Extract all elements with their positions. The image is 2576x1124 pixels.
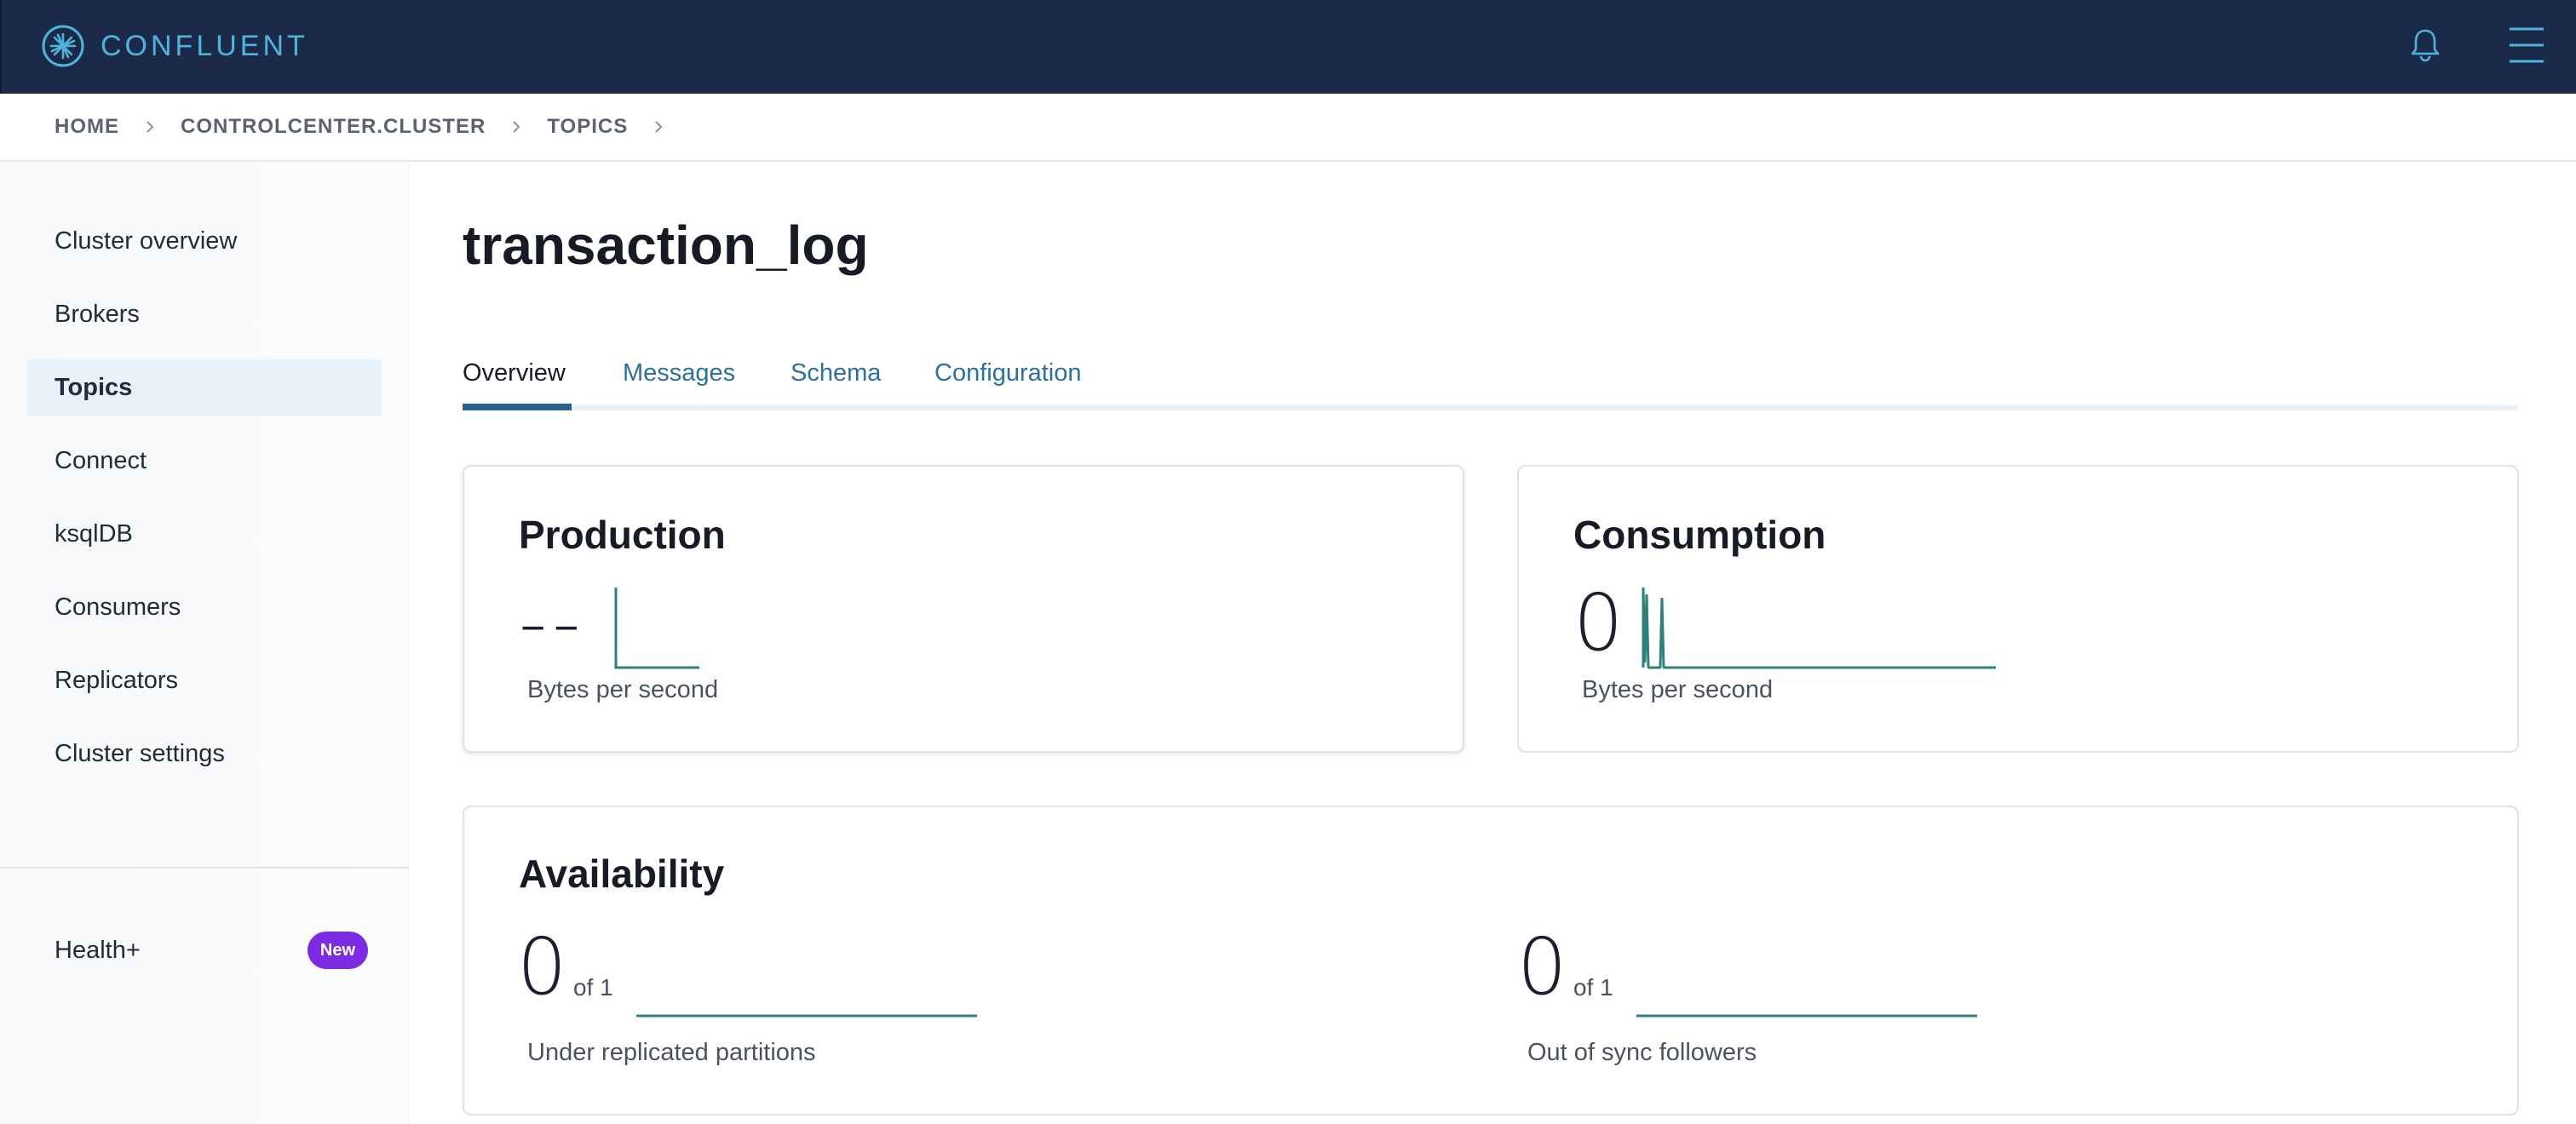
chevron-right-icon (513, 121, 520, 133)
sidebar-item-replicators[interactable]: Replicators (27, 652, 382, 708)
topic-tabs: Overview Messages Schema Configuration (463, 349, 2518, 412)
notifications-button[interactable] (2404, 24, 2447, 66)
tab-messages[interactable]: Messages (623, 359, 735, 387)
sidebar-divider (0, 867, 409, 869)
tab-configuration[interactable]: Configuration (934, 359, 1082, 387)
availability-card[interactable]: Availability 0 of 1 Under replicated par… (463, 806, 2519, 1115)
new-badge: New (307, 932, 368, 969)
sidebar-item-cluster-settings[interactable]: Cluster settings (27, 725, 382, 782)
under-replicated-sparkline (636, 1014, 977, 1018)
production-sparkline (614, 588, 699, 669)
active-tab-indicator (463, 404, 572, 410)
out-of-sync-sparkline (1636, 1014, 1977, 1018)
sidebar-item-connect[interactable]: Connect (27, 433, 382, 489)
brand-name: CONFLUENT (101, 29, 308, 62)
main-menu-button[interactable] (2506, 24, 2547, 66)
production-card[interactable]: Production -- Bytes per second (463, 465, 1464, 753)
out-of-sync-total: of 1 (1573, 974, 1613, 1001)
production-metric-label: Bytes per second (527, 676, 719, 703)
sidebar-item-cluster-overview[interactable]: Cluster overview (27, 213, 382, 269)
tabs-track (463, 405, 2518, 410)
tab-schema[interactable]: Schema (791, 359, 881, 387)
bell-icon (2411, 29, 2440, 62)
sidebar-item-consumers[interactable]: Consumers (27, 579, 382, 635)
consumption-card[interactable]: Consumption 0 Bytes per second (1517, 465, 2519, 753)
consumption-title: Consumption (1573, 513, 1826, 557)
consumption-sparkline (1642, 587, 1996, 669)
breadcrumb-home[interactable]: HOME (55, 115, 119, 139)
under-replicated-value: 0 (517, 921, 567, 1012)
availability-title: Availability (519, 852, 725, 896)
under-replicated-total: of 1 (573, 974, 613, 1001)
health-plus-label: Health+ (55, 936, 141, 964)
tab-overview[interactable]: Overview (463, 359, 566, 387)
production-value: -- (519, 577, 586, 668)
out-of-sync-label: Out of sync followers (1527, 1039, 1757, 1066)
sidebar-item-topics[interactable]: Topics (27, 359, 382, 416)
breadcrumb-cluster[interactable]: CONTROLCENTER.CLUSTER (181, 115, 486, 139)
consumption-metric-label: Bytes per second (1582, 676, 1774, 703)
confluent-logo-icon (42, 25, 84, 67)
sidebar: Cluster overview Brokers Topics Connect … (0, 163, 409, 1124)
top-bar: CONFLUENT (0, 0, 2576, 94)
consumption-value: 0 (1573, 577, 1624, 668)
chevron-right-icon (147, 121, 154, 133)
hamburger-menu-icon (2510, 27, 2544, 63)
chevron-right-icon (655, 121, 663, 133)
production-title: Production (519, 513, 726, 557)
confluent-logo[interactable]: CONFLUENT (41, 24, 308, 68)
under-replicated-label: Under replicated partitions (527, 1039, 816, 1066)
sidebar-nav: Cluster overview Brokers Topics Connect … (27, 213, 382, 799)
sidebar-item-brokers[interactable]: Brokers (27, 286, 382, 342)
out-of-sync-value: 0 (1517, 921, 1567, 1012)
breadcrumb: HOME CONTROLCENTER.CLUSTER TOPICS (0, 94, 2576, 162)
page-title: transaction_log (463, 215, 869, 276)
breadcrumb-topics[interactable]: TOPICS (547, 115, 628, 139)
sidebar-item-ksqldb[interactable]: ksqlDB (27, 506, 382, 562)
sidebar-item-health-plus[interactable]: Health+ New (55, 931, 368, 970)
